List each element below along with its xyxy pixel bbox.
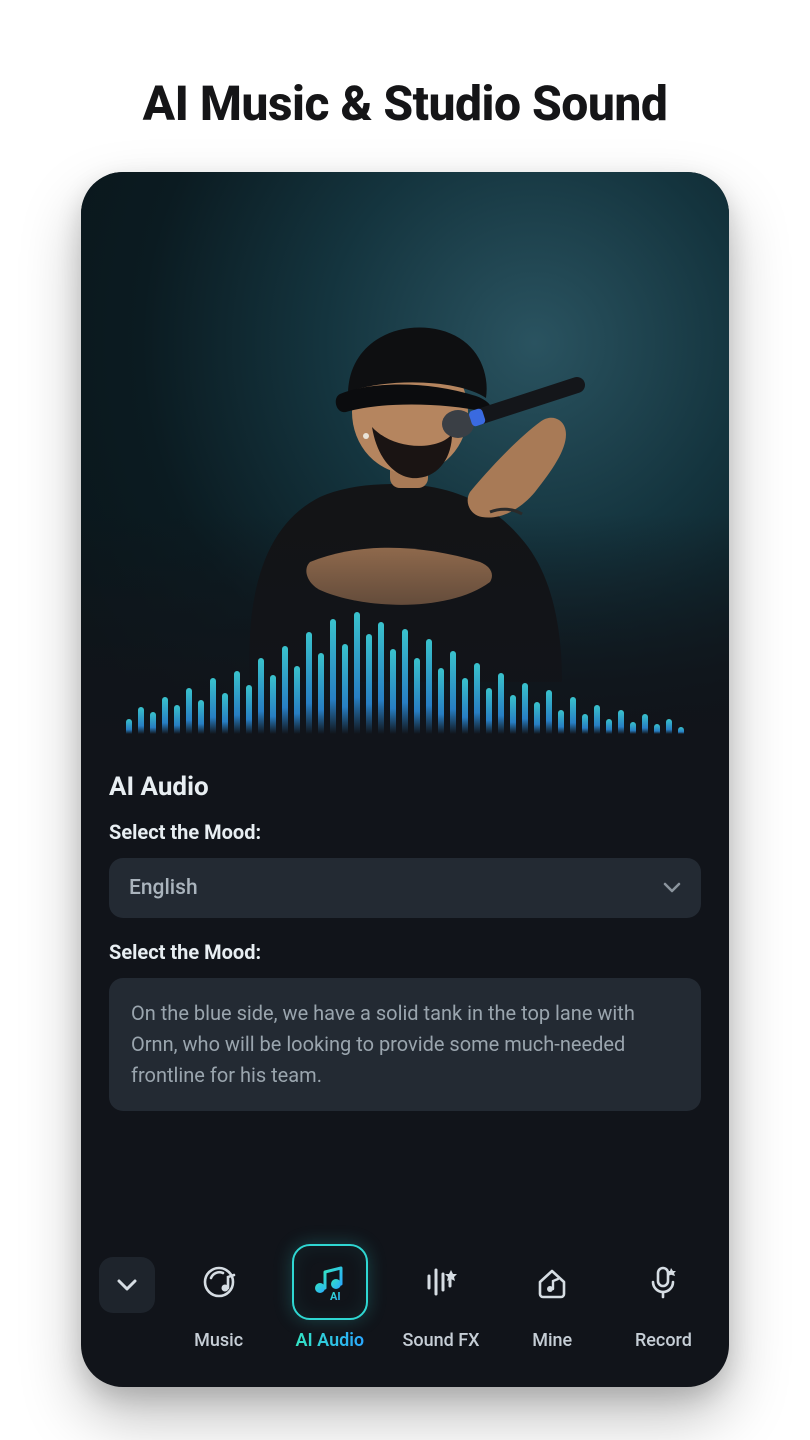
phone-frame: AI Audio Select the Mood: English Select… (81, 172, 729, 1387)
tab-music[interactable]: Music (171, 1244, 266, 1351)
music-icon (199, 1262, 239, 1302)
tab-mine[interactable]: Mine (505, 1244, 600, 1351)
tab-label: Mine (532, 1330, 572, 1351)
sound-fx-icon (421, 1262, 461, 1302)
hero-image (81, 172, 729, 742)
tab-label: Record (635, 1330, 692, 1351)
tab-label: Sound FX (402, 1330, 479, 1351)
tab-sound-fx[interactable]: Sound FX (393, 1244, 488, 1351)
tab-record[interactable]: Record (616, 1244, 711, 1351)
language-select[interactable]: English (109, 858, 701, 918)
tab-label: Music (194, 1330, 243, 1351)
tab-label: AI Audio (295, 1330, 364, 1351)
svg-text:AI: AI (330, 1290, 341, 1303)
microphone-icon (643, 1262, 683, 1302)
home-music-icon (532, 1262, 572, 1302)
ai-audio-icon: AI (308, 1260, 352, 1304)
language-select-value: English (129, 876, 198, 900)
panel-title: AI Audio (109, 772, 701, 802)
mood-text-label: Select the Mood: (109, 940, 701, 964)
prompt-textbox[interactable]: On the blue side, we have a solid tank i… (109, 978, 701, 1111)
ai-audio-panel: AI Audio Select the Mood: English Select… (81, 742, 729, 1111)
waveform-icon (81, 612, 729, 742)
mood-select-label: Select the Mood: (109, 820, 701, 844)
page-title: AI Music & Studio Sound (0, 0, 810, 172)
tab-ai-audio[interactable]: AI AI Audio (282, 1244, 377, 1351)
chevron-down-icon (663, 882, 681, 894)
collapse-button[interactable] (99, 1257, 155, 1313)
bottom-tab-bar: Music AI AI Audio (81, 1229, 729, 1387)
chevron-down-icon (116, 1278, 138, 1292)
